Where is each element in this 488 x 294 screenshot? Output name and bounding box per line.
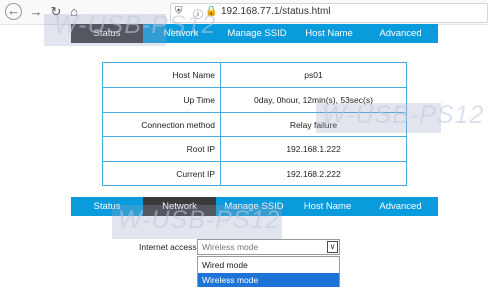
watermark-box bbox=[316, 103, 441, 133]
tab-advanced[interactable]: Advanced bbox=[363, 197, 438, 216]
option-wireless-mode[interactable]: Wireless mode bbox=[198, 273, 339, 287]
address-bar[interactable]: ⛨ ⓘ 🔒 192.168.77.1/status.html bbox=[170, 3, 488, 23]
back-arrow-icon[interactable]: ← bbox=[5, 3, 22, 20]
table-row: Host Name ps01 bbox=[103, 63, 406, 87]
insecure-lock-icon[interactable]: 🔒 bbox=[205, 6, 217, 17]
tab-manage-ssid[interactable]: Manage SSID bbox=[219, 24, 295, 43]
forward-arrow-icon[interactable]: → bbox=[28, 4, 44, 20]
table-row: Root IP 192.168.1.222 bbox=[103, 136, 406, 161]
info-icon[interactable]: ⓘ bbox=[193, 6, 203, 21]
selected-value: Wireless mode bbox=[202, 242, 259, 252]
chevron-down-icon[interactable]: ∨ bbox=[327, 241, 338, 253]
current-ip-label: Current IP bbox=[103, 162, 221, 185]
internet-access-dropdown: Wired mode Wireless mode bbox=[197, 256, 340, 287]
shield-icon[interactable]: ⛨ bbox=[175, 6, 183, 17]
watermark-box bbox=[44, 14, 166, 46]
tab-host-name[interactable]: Host Name bbox=[295, 24, 363, 43]
tab-advanced[interactable]: Advanced bbox=[363, 24, 438, 43]
watermark-box bbox=[112, 205, 282, 239]
host-name-label: Host Name bbox=[103, 63, 221, 87]
tab-host-name[interactable]: Host Name bbox=[292, 197, 363, 216]
internet-access-select[interactable]: Wireless mode ∨ bbox=[197, 239, 340, 255]
internet-access-label: Internet access bbox=[139, 242, 197, 252]
up-time-label: Up Time bbox=[103, 88, 221, 112]
connection-method-label: Connection method bbox=[103, 113, 221, 136]
option-wired-mode[interactable]: Wired mode bbox=[198, 258, 339, 272]
table-row: Current IP 192.168.2.222 bbox=[103, 161, 406, 185]
current-ip-value: 192.168.2.222 bbox=[286, 169, 341, 179]
host-name-value: ps01 bbox=[304, 70, 323, 80]
url-text[interactable]: 192.168.77.1/status.html bbox=[221, 6, 331, 17]
root-ip-label: Root IP bbox=[103, 137, 221, 161]
root-ip-value: 192.168.1.222 bbox=[286, 144, 341, 154]
